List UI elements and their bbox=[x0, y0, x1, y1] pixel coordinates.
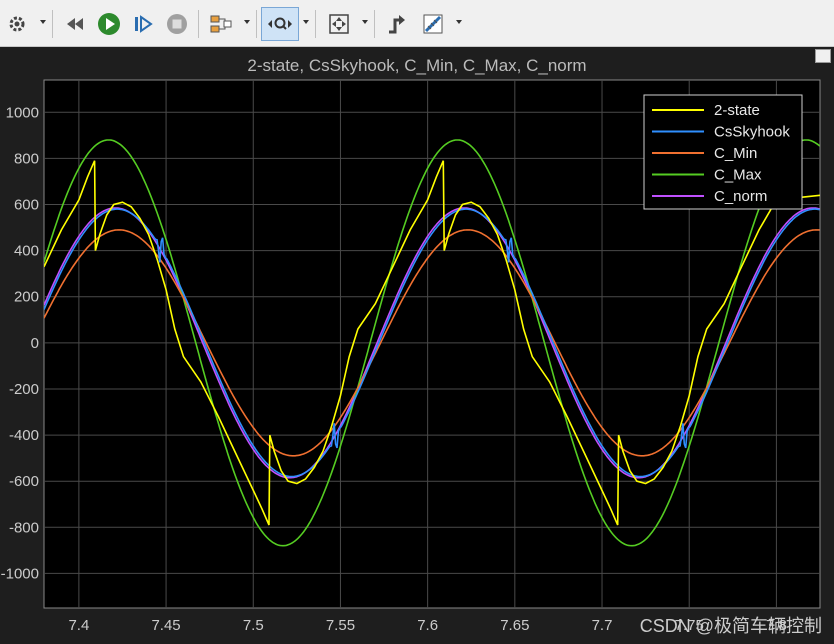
y-tick-label: 0 bbox=[31, 335, 39, 352]
legend-label: CsSkyhook bbox=[714, 124, 790, 141]
x-tick-label: 7.6 bbox=[417, 617, 438, 634]
y-tick-label: -600 bbox=[9, 473, 39, 490]
x-tick-label: 7.4 bbox=[68, 617, 89, 634]
scope-plot: 2-state, CsSkyhook, C_Min, C_Max, C_norm… bbox=[1, 56, 821, 634]
y-tick-label: 600 bbox=[14, 197, 39, 214]
y-tick-label: -1000 bbox=[1, 565, 39, 582]
y-tick-label: 800 bbox=[14, 150, 39, 167]
y-tick-label: -200 bbox=[9, 381, 39, 398]
x-tick-label: 7.45 bbox=[151, 617, 180, 634]
y-tick-label: -800 bbox=[9, 519, 39, 536]
legend-label: 2-state bbox=[714, 102, 760, 119]
chart-title: 2-state, CsSkyhook, C_Min, C_Max, C_norm bbox=[247, 56, 586, 75]
legend-label: C_Min bbox=[714, 145, 757, 162]
legend-label: C_norm bbox=[714, 188, 767, 205]
x-tick-label: 7.5 bbox=[243, 617, 264, 634]
x-tick-label: 7.65 bbox=[500, 617, 529, 634]
legend-label: C_Max bbox=[714, 167, 762, 184]
x-tick-label: 7.55 bbox=[326, 617, 355, 634]
x-tick-label: 7.7 bbox=[592, 617, 613, 634]
y-tick-label: -400 bbox=[9, 427, 39, 444]
y-tick-label: 200 bbox=[14, 289, 39, 306]
y-tick-label: 1000 bbox=[6, 104, 39, 121]
watermark: CSDN @极简车辆控制 bbox=[639, 616, 822, 636]
y-tick-label: 400 bbox=[14, 243, 39, 260]
